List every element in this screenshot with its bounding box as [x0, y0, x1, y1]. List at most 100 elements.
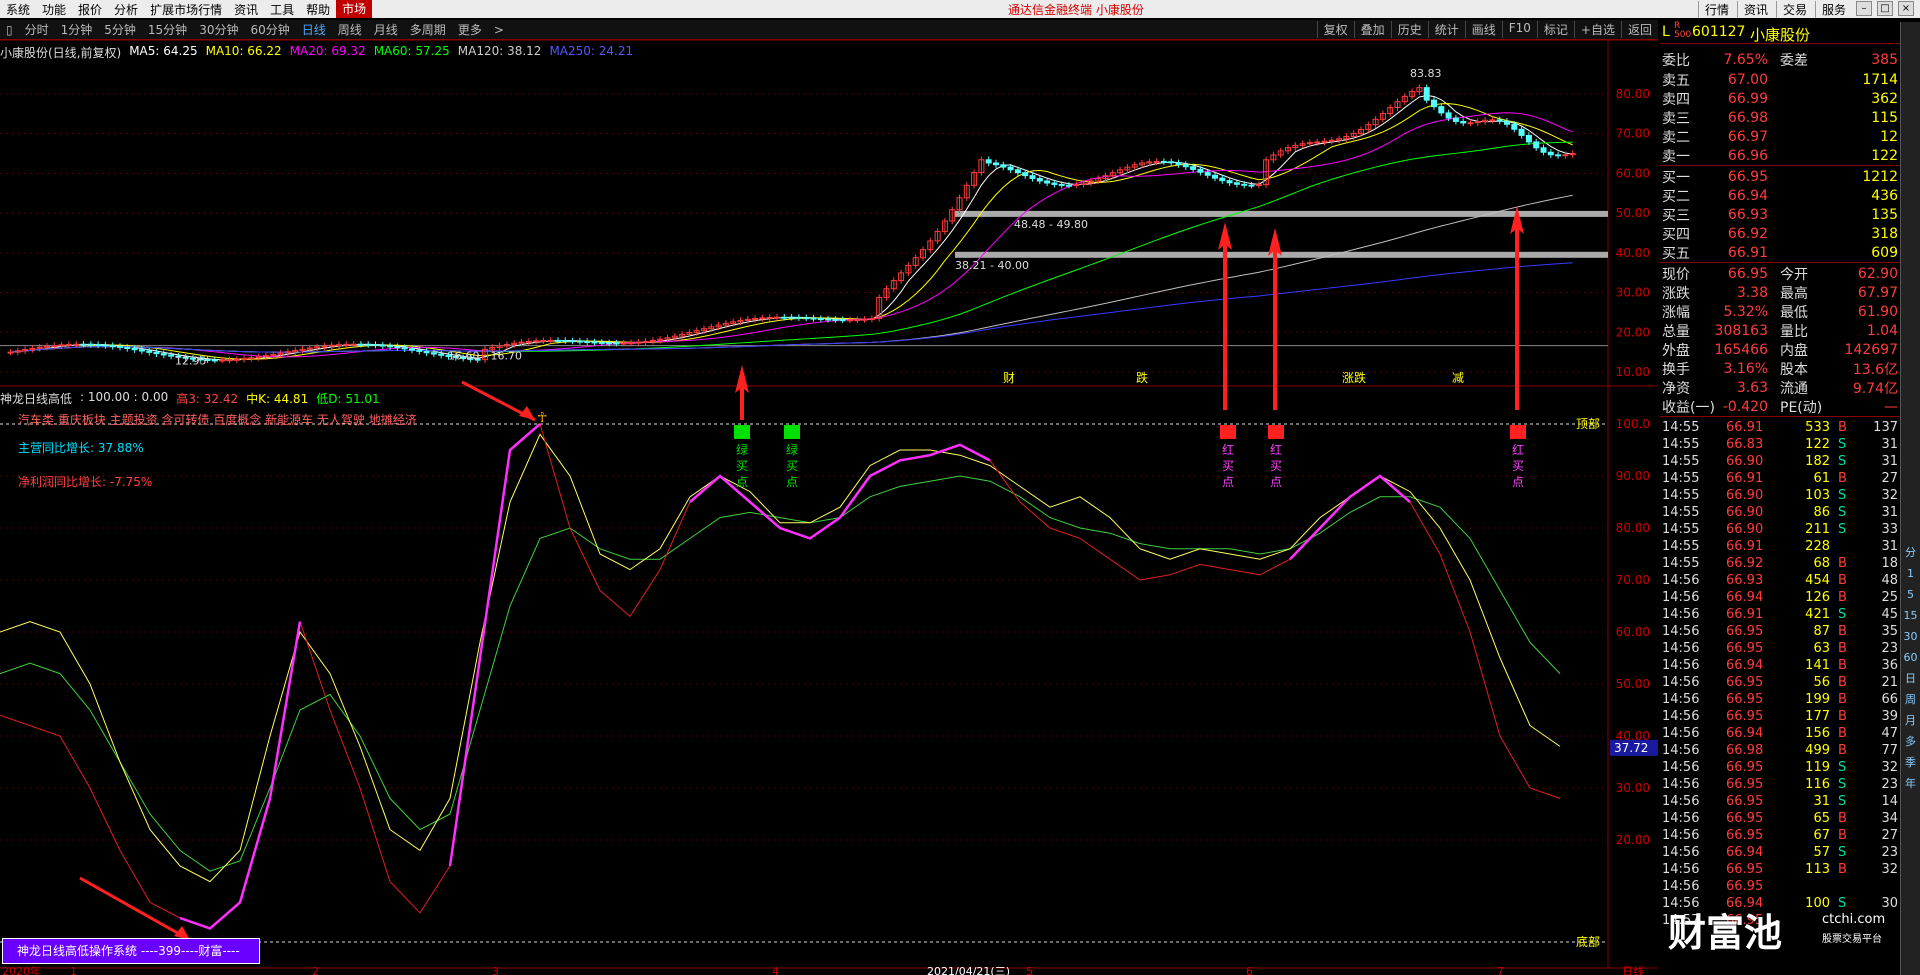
price-tick: 40.00: [1616, 246, 1650, 260]
candle-body: [1248, 184, 1255, 187]
tick-row: 14:56 66.94 141 B 36: [1660, 658, 1900, 676]
bottom-label: 底部: [1576, 934, 1600, 949]
price-tick: 10.00: [1616, 365, 1650, 379]
candle-body: [1029, 175, 1036, 179]
candle-body: [73, 343, 80, 346]
band-49: [955, 210, 1608, 217]
candle-body: [1073, 183, 1080, 186]
side-tab[interactable]: 季: [1901, 752, 1920, 773]
candle-body: [628, 342, 634, 345]
tick-cell: 14:56: [1662, 709, 1700, 724]
candle-body: [642, 340, 649, 343]
stat-row: 现价 66.95 今开 62.90: [1660, 264, 1900, 283]
candle-body: [766, 316, 773, 319]
rmenu-service[interactable]: 服务: [1814, 0, 1852, 18]
tick-cell: S: [1838, 505, 1847, 520]
side-tab[interactable]: 60: [1901, 647, 1920, 668]
candle-body: [1525, 134, 1532, 143]
candle-body: [985, 159, 992, 164]
side-tab[interactable]: 5: [1901, 584, 1920, 605]
side-tab[interactable]: 1: [1901, 563, 1920, 584]
candle-body: [321, 345, 328, 348]
candle-body: [1160, 160, 1167, 163]
close-icon[interactable]: ×: [1898, 1, 1914, 16]
maximize-icon[interactable]: □: [1877, 1, 1893, 16]
sell-row-value2: 12: [1880, 128, 1898, 145]
rmenu-quote[interactable]: 行情: [1697, 0, 1735, 18]
tick-cell: 14:56: [1662, 590, 1700, 605]
tick-cell: 65: [1813, 811, 1830, 826]
side-tab[interactable]: 30: [1901, 626, 1920, 647]
candle-body: [781, 316, 788, 319]
tick-row: 14:56 66.91 421 S 45: [1660, 607, 1900, 625]
tick-cell: S: [1838, 896, 1847, 911]
signal-label: 买: [786, 459, 798, 473]
support-bands: [0, 210, 1608, 347]
tick-cell: 211: [1805, 522, 1830, 537]
weibi-row-label2: 委差: [1780, 52, 1808, 69]
tick-cell: 39: [1881, 709, 1898, 724]
kline-chart[interactable]: 80.00 70.00 60.00 50.00 40.00 30.00 20.00 10.00…: [0, 0, 1658, 975]
tick-cell: 66.83: [1726, 437, 1764, 452]
event-mark: 减: [1452, 371, 1464, 385]
tick-cell: 116: [1805, 777, 1830, 792]
tick-cell: 25: [1881, 590, 1898, 605]
tick-cell: 122: [1805, 437, 1830, 452]
candle-body: [7, 351, 14, 354]
candle-body: [1511, 123, 1518, 130]
side-tab[interactable]: 月: [1901, 710, 1920, 731]
signal-label: 点: [1270, 475, 1282, 489]
tick-cell: 31: [1881, 454, 1898, 469]
candle-body: [569, 340, 576, 343]
stat-row-value: 5.32%: [1723, 303, 1768, 320]
candle-body: [1328, 139, 1335, 142]
weibi-row-value: 7.65%: [1723, 51, 1768, 68]
candle-body: [168, 354, 175, 357]
sell-row: 卖三 66.98 115: [1660, 108, 1900, 127]
candle-body: [1153, 160, 1160, 163]
date-tick: 1: [70, 965, 77, 975]
rmenu-trade[interactable]: 交易: [1775, 0, 1813, 18]
side-tab[interactable]: 多: [1901, 731, 1920, 752]
tick-cell: 66.93: [1726, 573, 1764, 588]
date-tick: 日线: [1622, 964, 1644, 975]
tick-cell: 30: [1881, 896, 1898, 911]
candle-body: [343, 343, 350, 346]
price-tick: 80.00: [1616, 87, 1650, 101]
tick-cell: 66.95: [1726, 675, 1764, 690]
tick-cell: 14:55: [1662, 488, 1700, 503]
stat-row: 外盘 165466 内盘 142697: [1660, 340, 1900, 359]
stat-row-value2: 9.74亿: [1852, 380, 1898, 397]
rmenu-info[interactable]: 资讯: [1736, 0, 1774, 18]
signal-box: [734, 425, 750, 439]
candle-body: [1467, 122, 1474, 125]
candle-body: [1460, 120, 1467, 124]
candle-body: [233, 358, 240, 361]
tick-cell: 63: [1813, 641, 1830, 656]
runner-icon: ☥: [537, 410, 547, 426]
side-tab[interactable]: 分: [1901, 542, 1920, 563]
candle-body: [1204, 171, 1211, 176]
candle-body: [1051, 182, 1058, 185]
tick-row: 14:56 66.93 454 B 48: [1660, 573, 1900, 591]
candle-body: [584, 341, 591, 344]
tick-cell: S: [1838, 437, 1847, 452]
tick-row: 14:56 66.94 156 B 47: [1660, 726, 1900, 744]
ind-tick: 80.00: [1616, 521, 1650, 535]
side-tab[interactable]: 年: [1901, 773, 1920, 794]
stat-row: 涨跌 3.38 最高 67.97: [1660, 283, 1900, 302]
candle-body: [788, 316, 795, 319]
tick-cell: B: [1838, 590, 1847, 605]
tick-row: 14:56 66.95 119 S 32: [1660, 760, 1900, 778]
tick-cell: 67: [1813, 828, 1830, 843]
tick-cell: 141: [1805, 658, 1830, 673]
minimize-icon[interactable]: –: [1856, 1, 1872, 16]
side-tab[interactable]: 15: [1901, 605, 1920, 626]
tick-cell: 66.98: [1726, 743, 1764, 758]
side-tab[interactable]: 周: [1901, 689, 1920, 710]
candle-body: [1036, 177, 1043, 182]
tick-cell: 33: [1881, 522, 1898, 537]
candle-body: [1022, 172, 1029, 177]
side-tab[interactable]: 日: [1901, 668, 1920, 689]
tick-cell: S: [1838, 794, 1847, 809]
